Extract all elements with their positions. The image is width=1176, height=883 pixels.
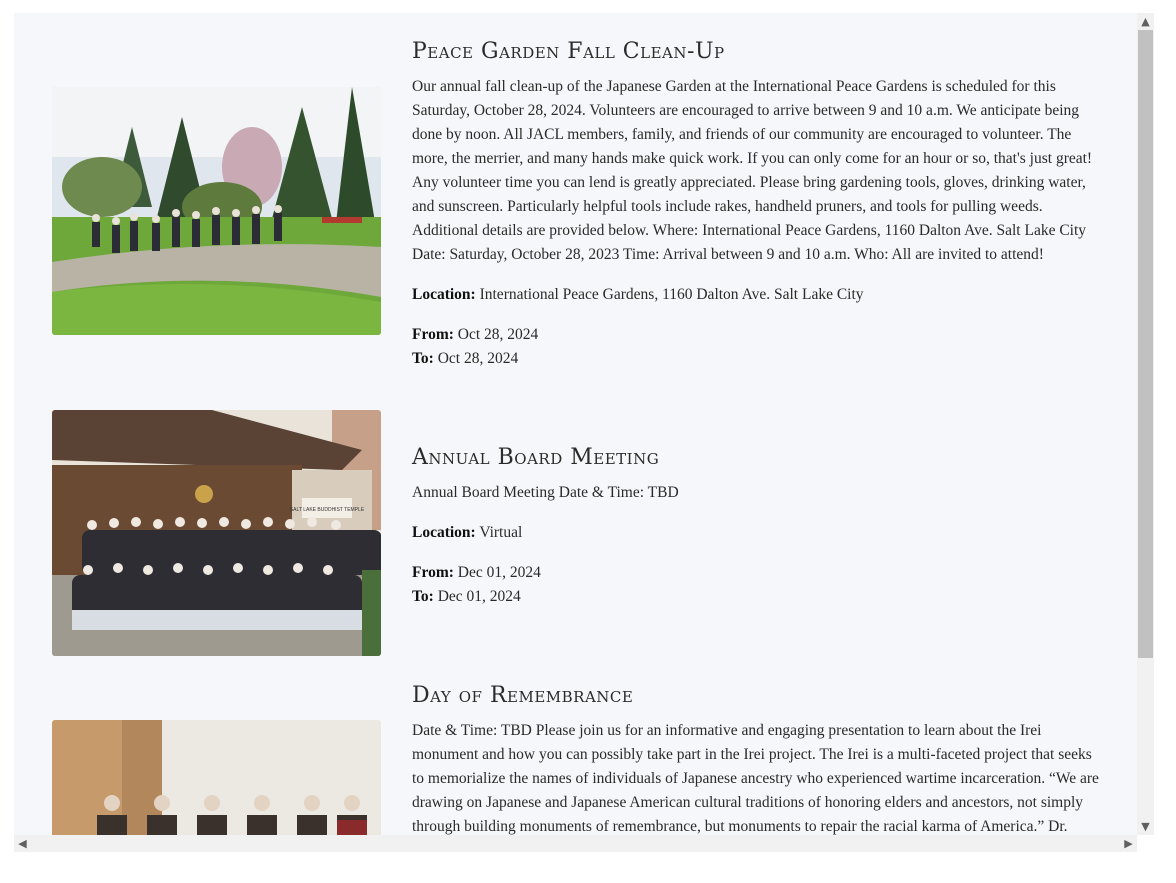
scroll-down-icon[interactable]: ▼	[1137, 818, 1154, 835]
garden-photo-image	[52, 87, 381, 335]
event-location: Location: International Peace Gardens, 1…	[412, 283, 1102, 307]
event-title[interactable]: Peace Garden Fall Clean-Up	[412, 37, 1102, 67]
to-label: To:	[412, 588, 434, 605]
temple-photo-image: SALT LAKE BUDDHIST TEMPLE	[52, 410, 381, 656]
event-title[interactable]: Day of Remembrance	[412, 681, 1102, 711]
location-label: Location:	[412, 524, 476, 541]
event-description: Date & Time: TBD Please join us for an i…	[412, 722, 1099, 835]
event-description: Annual Board Meeting Date & Time: TBD	[412, 484, 679, 501]
scroll-up-icon[interactable]: ▲	[1137, 13, 1154, 30]
scroll-right-icon[interactable]: ▶	[1120, 835, 1137, 852]
event-photo[interactable]	[52, 720, 381, 835]
location-value: Virtual	[479, 524, 523, 541]
presentation-photo-image	[52, 720, 381, 835]
location-value: International Peace Gardens, 1160 Dalton…	[479, 286, 864, 303]
to-date: Oct 28, 2024	[437, 350, 519, 367]
event-description: Our annual fall clean-up of the Japanese…	[412, 78, 1093, 263]
from-date: Oct 28, 2024	[457, 326, 539, 343]
scroll-left-icon[interactable]: ◀	[14, 835, 31, 852]
event-photo[interactable]	[52, 87, 381, 335]
event-dates: From: Dec 01, 2024 To: Dec 01, 2024	[412, 561, 1102, 609]
to-label: To:	[412, 350, 434, 367]
event-location: Location: Virtual	[412, 521, 1102, 545]
from-date: Dec 01, 2024	[457, 564, 541, 581]
horizontal-scrollbar[interactable]	[14, 835, 1137, 852]
event-photo[interactable]: SALT LAKE BUDDHIST TEMPLE	[52, 410, 381, 656]
event-title[interactable]: Annual Board Meeting	[412, 443, 1102, 473]
event-content: Peace Garden Fall Clean-Up Our annual fa…	[412, 37, 1102, 371]
events-list: Peace Garden Fall Clean-Up Our annual fa…	[14, 13, 1137, 835]
to-date: Dec 01, 2024	[437, 588, 521, 605]
event-content: Day of Remembrance Date & Time: TBD Plea…	[412, 681, 1102, 835]
event-dates: From: Oct 28, 2024 To: Oct 28, 2024	[412, 323, 1102, 371]
location-label: Location:	[412, 286, 476, 303]
from-label: From:	[412, 564, 454, 581]
from-label: From:	[412, 326, 454, 343]
temple-sign: SALT LAKE BUDDHIST TEMPLE	[290, 507, 365, 513]
event-content: Annual Board Meeting Annual Board Meetin…	[412, 443, 1102, 609]
vertical-scrollbar-thumb[interactable]	[1138, 30, 1153, 658]
